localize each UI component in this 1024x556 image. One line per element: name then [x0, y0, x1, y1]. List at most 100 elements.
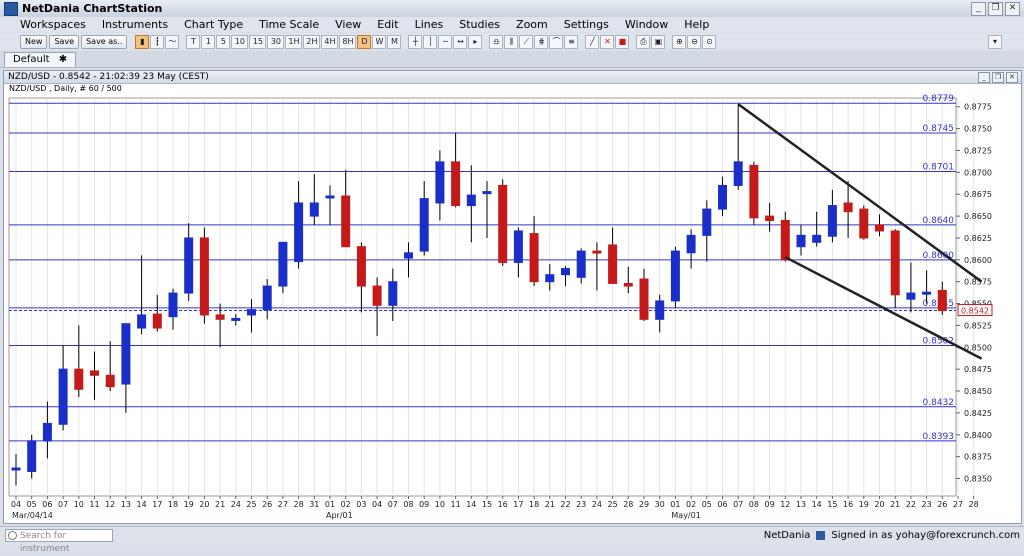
candle-body[interactable] — [27, 440, 37, 473]
candle-body[interactable] — [623, 282, 633, 287]
search-input[interactable]: Search for instrument — [5, 529, 113, 554]
candle-body[interactable] — [215, 314, 225, 320]
candle-body[interactable] — [184, 237, 194, 294]
candle-body[interactable] — [247, 309, 256, 316]
candle-body[interactable] — [827, 205, 837, 237]
bar-chart-icon[interactable]: ┇ — [150, 34, 165, 49]
candle-body[interactable] — [592, 250, 602, 254]
candle-body[interactable] — [294, 202, 304, 263]
candle-body[interactable] — [152, 313, 162, 329]
candle-body[interactable] — [74, 368, 84, 390]
zoom-reset-icon[interactable]: ⊙ — [702, 34, 717, 49]
candle-body[interactable] — [608, 244, 618, 284]
candle-body[interactable] — [278, 241, 288, 287]
save-as-button[interactable]: Save as.. — [81, 34, 128, 49]
plot-area[interactable] — [8, 97, 957, 497]
menu-help[interactable]: Help — [676, 18, 717, 31]
candle-body[interactable] — [937, 289, 947, 312]
time-scale-5[interactable]: 5 — [216, 34, 231, 49]
time-scale-t[interactable]: T — [186, 34, 201, 49]
candle-body[interactable] — [686, 234, 696, 254]
time-scale-m[interactable]: M — [387, 34, 402, 49]
time-scale-w[interactable]: W — [372, 34, 387, 49]
retracement-icon[interactable]: ≡ — [564, 34, 579, 49]
candle-body[interactable] — [42, 422, 52, 442]
candle-body[interactable] — [859, 208, 869, 239]
candle-body[interactable] — [498, 184, 508, 263]
delete-lines-icon[interactable]: ✕ — [600, 34, 615, 49]
candle-body[interactable] — [529, 233, 539, 283]
candle-body[interactable] — [812, 234, 822, 243]
time-scale-4h[interactable]: 4H — [321, 34, 339, 49]
print-icon[interactable]: ⎙ — [636, 34, 651, 49]
candle-body[interactable] — [875, 224, 884, 232]
candle-body[interactable] — [105, 374, 115, 388]
candle-body[interactable] — [388, 281, 398, 306]
candle-body[interactable] — [262, 285, 272, 311]
candle-body[interactable] — [137, 314, 147, 329]
menu-settings[interactable]: Settings — [556, 18, 617, 31]
trendline-icon[interactable]: ╱ — [585, 34, 600, 49]
candle-body[interactable] — [341, 195, 351, 248]
candle-body[interactable] — [482, 191, 492, 195]
menu-workspaces[interactable]: Workspaces — [0, 18, 94, 31]
fibonacci-icon[interactable]: ♎ — [489, 34, 504, 49]
candle-body[interactable] — [325, 195, 335, 199]
price-chart[interactable]: 0.8350 0.8375 0.8400 0.8425 0.8450 0.8475 0.85… — [4, 84, 1019, 522]
candle-body[interactable] — [733, 161, 743, 186]
candle-body[interactable] — [639, 278, 649, 320]
candle-body[interactable] — [780, 219, 790, 261]
time-scale-10[interactable]: 10 — [231, 34, 249, 49]
candle-body[interactable] — [168, 292, 178, 318]
export-icon[interactable]: ▣ — [651, 34, 666, 49]
candle-body[interactable] — [765, 215, 775, 221]
cursor-icon[interactable]: ▸ — [468, 34, 483, 49]
candle-body[interactable] — [11, 467, 21, 471]
channel-icon[interactable]: ⫼ — [504, 34, 519, 49]
candle-body[interactable] — [435, 161, 445, 204]
candle-body[interactable] — [58, 368, 68, 425]
toolbar-menu-icon[interactable]: ▾ — [988, 34, 1002, 49]
candle-body[interactable] — [231, 317, 241, 321]
candlestick-icon[interactable]: ▮ — [135, 34, 150, 49]
vertical-line-icon[interactable]: │ — [423, 34, 438, 49]
menu-chart-type[interactable]: Chart Type — [176, 18, 251, 31]
candle-body[interactable] — [843, 202, 853, 213]
candle-body[interactable] — [419, 198, 429, 252]
time-scale-1[interactable]: 1 — [201, 34, 216, 49]
fan-icon[interactable]: ⟋ — [519, 34, 534, 49]
zoom-in-icon[interactable]: ⊕ — [672, 34, 687, 49]
alert-icon[interactable]: ■ — [615, 34, 630, 49]
candle-body[interactable] — [561, 268, 570, 276]
time-scale-1h[interactable]: 1H — [285, 34, 303, 49]
time-scale-2h[interactable]: 2H — [303, 34, 321, 49]
candle-body[interactable] — [466, 194, 476, 207]
chart-window-titlebar[interactable]: NZD/USD - 0.8542 - 21:02:39 23 May (CEST… — [4, 71, 1021, 84]
candle-body[interactable] — [702, 208, 712, 236]
save-button[interactable]: Save — [49, 34, 80, 49]
candle-body[interactable] — [513, 230, 523, 263]
new-button[interactable]: New — [20, 34, 48, 49]
candle-body[interactable] — [309, 202, 319, 217]
horizontal-line-icon[interactable]: ─ — [438, 34, 453, 49]
time-scale-30[interactable]: 30 — [267, 34, 285, 49]
candle-body[interactable] — [890, 230, 900, 296]
candle-body[interactable] — [655, 300, 665, 320]
candle-body[interactable] — [404, 252, 413, 259]
candle-body[interactable] — [796, 234, 806, 248]
candle-body[interactable] — [922, 291, 932, 295]
menu-edit[interactable]: Edit — [369, 18, 406, 31]
menu-studies[interactable]: Studies — [451, 18, 508, 31]
gann-icon[interactable]: ⋕ — [534, 34, 549, 49]
candle-body[interactable] — [451, 161, 461, 207]
candle-body[interactable] — [545, 274, 555, 283]
candle-body[interactable] — [906, 292, 916, 300]
candle-body[interactable] — [576, 250, 586, 278]
time-scale-15[interactable]: 15 — [249, 34, 267, 49]
time-scale-8h[interactable]: 8H — [339, 34, 357, 49]
candle-body[interactable] — [372, 285, 382, 306]
crosshair-icon[interactable]: ┼ — [408, 34, 423, 49]
chart-minimize-icon[interactable]: _ — [978, 72, 990, 83]
menu-zoom[interactable]: Zoom — [508, 18, 556, 31]
candle-body[interactable] — [749, 164, 759, 219]
